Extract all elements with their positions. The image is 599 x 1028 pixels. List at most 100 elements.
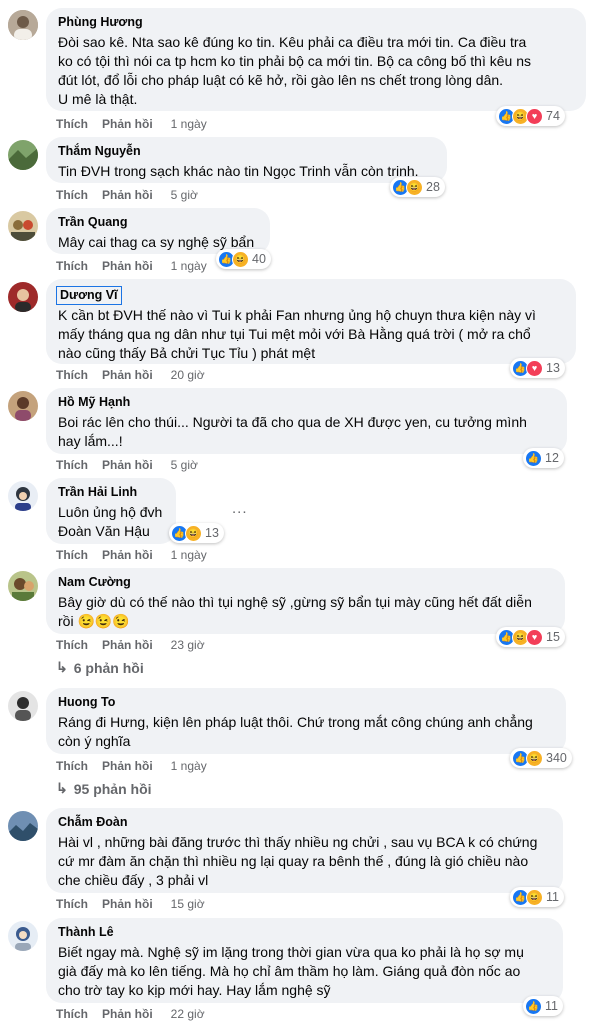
- timestamp[interactable]: 5 giờ: [171, 458, 198, 472]
- author-name[interactable]: Thắm Nguyễn: [58, 144, 435, 159]
- reaction-count: 340: [546, 751, 567, 765]
- comment-bubble: Hồ Mỹ Hạnh Boi rác lên cho thúi... Người…: [46, 388, 567, 454]
- comment-text: Đòi sao kê. Nta sao kê đúng ko tin. Kêu …: [58, 34, 531, 107]
- haha-icon: 😆: [406, 178, 423, 196]
- avatar[interactable]: [8, 391, 38, 421]
- like-button[interactable]: Thích: [56, 458, 88, 472]
- like-button[interactable]: Thích: [56, 259, 88, 273]
- author-name[interactable]: Hồ Mỹ Hạnh: [58, 395, 555, 410]
- like-button[interactable]: Thích: [56, 368, 88, 382]
- author-name[interactable]: Trần Hải Linh: [58, 485, 164, 500]
- reply-button[interactable]: Phản hồi: [102, 759, 153, 773]
- timestamp[interactable]: 20 giờ: [171, 368, 205, 382]
- reaction-count: 15: [546, 630, 560, 644]
- reply-button[interactable]: Phản hồi: [102, 897, 153, 911]
- author-name[interactable]: Nam Cường: [58, 575, 553, 590]
- reaction-summary[interactable]: 👍 😆 40: [216, 249, 271, 269]
- timestamp[interactable]: 5 giờ: [171, 188, 198, 202]
- like-icon: 👍: [525, 449, 542, 467]
- comment-text: Luôn ủng hộ đvh Đoàn Văn Hậu: [58, 504, 163, 539]
- comment-bubble: Thành Lê Biết ngay mà. Nghệ sỹ im lặng t…: [46, 918, 563, 1003]
- like-button[interactable]: Thích: [56, 117, 88, 131]
- avatar[interactable]: [8, 921, 38, 951]
- like-button[interactable]: Thích: [56, 638, 88, 652]
- haha-icon: 😆: [526, 749, 543, 767]
- avatar[interactable]: [8, 10, 38, 40]
- timestamp[interactable]: 23 giờ: [171, 638, 205, 652]
- comment-text: Tin ĐVH trong sạch khác nào tin Ngọc Tri…: [58, 163, 419, 179]
- reaction-summary[interactable]: 👍 😆 ♥ 15: [496, 627, 565, 647]
- reaction-count: 12: [545, 451, 559, 465]
- avatar[interactable]: [8, 571, 38, 601]
- reply-button[interactable]: Phản hồi: [102, 458, 153, 472]
- comment-text: K cần bt ĐVH thế nào vì Tui k phải Fan n…: [58, 307, 536, 361]
- like-button[interactable]: Thích: [56, 188, 88, 202]
- comment-bubble: Trần Hải Linh Luôn ủng hộ đvh Đoàn Văn H…: [46, 478, 176, 544]
- reaction-summary[interactable]: 👍 😆 11: [510, 887, 564, 907]
- reaction-summary[interactable]: 👍 ♥ 13: [510, 358, 565, 378]
- timestamp[interactable]: 1 ngày: [171, 259, 207, 273]
- replies-count: 95 phản hồi: [73, 780, 152, 797]
- reaction-count: 74: [546, 109, 560, 123]
- reaction-count: 13: [546, 361, 560, 375]
- reaction-count: 11: [546, 890, 559, 904]
- reply-button[interactable]: Phản hồi: [102, 259, 153, 273]
- reply-button[interactable]: Phản hồi: [102, 548, 153, 562]
- author-name[interactable]: Thành Lê: [58, 925, 551, 940]
- avatar[interactable]: [8, 691, 38, 721]
- like-icon: 👍: [525, 997, 542, 1015]
- reaction-count: 40: [252, 252, 266, 266]
- comment-bubble: Phùng Hương Đòi sao kê. Nta sao kê đúng …: [46, 8, 586, 111]
- reply-button[interactable]: Phản hồi: [102, 1007, 153, 1021]
- reaction-summary[interactable]: 👍 😆 ♥ 74: [496, 106, 565, 126]
- reaction-summary[interactable]: 👍 12: [523, 448, 564, 468]
- avatar[interactable]: [8, 811, 38, 841]
- more-options-button[interactable]: ...: [232, 500, 248, 517]
- avatar[interactable]: [8, 282, 38, 312]
- view-replies-link[interactable]: ↳ 95 phản hồi: [56, 780, 152, 797]
- comment-text: Ráng đi Hưng, kiện lên pháp luật thôi. C…: [58, 714, 533, 749]
- reaction-summary[interactable]: 👍 😆 28: [390, 177, 445, 197]
- reply-button[interactable]: Phản hồi: [102, 117, 153, 131]
- like-button[interactable]: Thích: [56, 759, 88, 773]
- reaction-count: 11: [545, 999, 558, 1013]
- comment-bubble: Nam Cường Bây giờ dù có thế nào thì tụi …: [46, 568, 565, 634]
- like-button[interactable]: Thích: [56, 897, 88, 911]
- author-name[interactable]: Huong To: [58, 695, 554, 710]
- comment-text: Biết ngay mà. Nghệ sỹ im lặng trong thời…: [58, 944, 524, 998]
- like-button[interactable]: Thích: [56, 548, 88, 562]
- view-replies-link[interactable]: ↳ 6 phản hồi: [56, 659, 144, 676]
- timestamp[interactable]: 1 ngày: [171, 117, 207, 131]
- reply-arrow-icon: ↳: [56, 659, 68, 675]
- timestamp[interactable]: 1 ngày: [171, 548, 207, 562]
- comment-bubble: Thắm Nguyễn Tin ĐVH trong sạch khác nào …: [46, 137, 447, 183]
- comment-text: Boi rác lên cho thúi... Người ta đã cho …: [58, 414, 527, 449]
- author-name[interactable]: Chẫm Đoàn: [58, 815, 551, 830]
- reply-button[interactable]: Phản hồi: [102, 188, 153, 202]
- reply-button[interactable]: Phản hồi: [102, 368, 153, 382]
- timestamp[interactable]: 15 giờ: [171, 897, 205, 911]
- timestamp[interactable]: 22 giờ: [171, 1007, 205, 1021]
- avatar[interactable]: [8, 140, 38, 170]
- author-name[interactable]: Trần Quang: [58, 215, 258, 230]
- reaction-summary[interactable]: 👍 😆 13: [169, 523, 224, 543]
- reaction-summary[interactable]: 👍 😆 340: [510, 748, 572, 768]
- reply-arrow-icon: ↳: [56, 780, 68, 796]
- comment-bubble: Huong To Ráng đi Hưng, kiện lên pháp luậ…: [46, 688, 566, 754]
- author-name[interactable]: Phùng Hương: [58, 15, 574, 30]
- avatar[interactable]: [8, 211, 38, 241]
- reaction-count: 13: [205, 526, 219, 540]
- comment-text: Bây giờ dù có thế nào thì tụi nghệ sỹ ,g…: [58, 594, 532, 629]
- timestamp[interactable]: 1 ngày: [171, 759, 207, 773]
- comment-bubble: Dương Vĩ K cần bt ĐVH thế nào vì Tui k p…: [46, 279, 576, 364]
- replies-count: 6 phản hồi: [73, 659, 144, 676]
- reaction-summary[interactable]: 👍 11: [523, 996, 563, 1016]
- heart-icon: ♥: [526, 628, 543, 646]
- author-name[interactable]: Dương Vĩ: [56, 286, 122, 305]
- avatar[interactable]: [8, 481, 38, 511]
- haha-icon: 😆: [185, 524, 202, 542]
- heart-icon: ♥: [526, 107, 543, 125]
- haha-icon: 😆: [526, 888, 543, 906]
- like-button[interactable]: Thích: [56, 1007, 88, 1021]
- reply-button[interactable]: Phản hồi: [102, 638, 153, 652]
